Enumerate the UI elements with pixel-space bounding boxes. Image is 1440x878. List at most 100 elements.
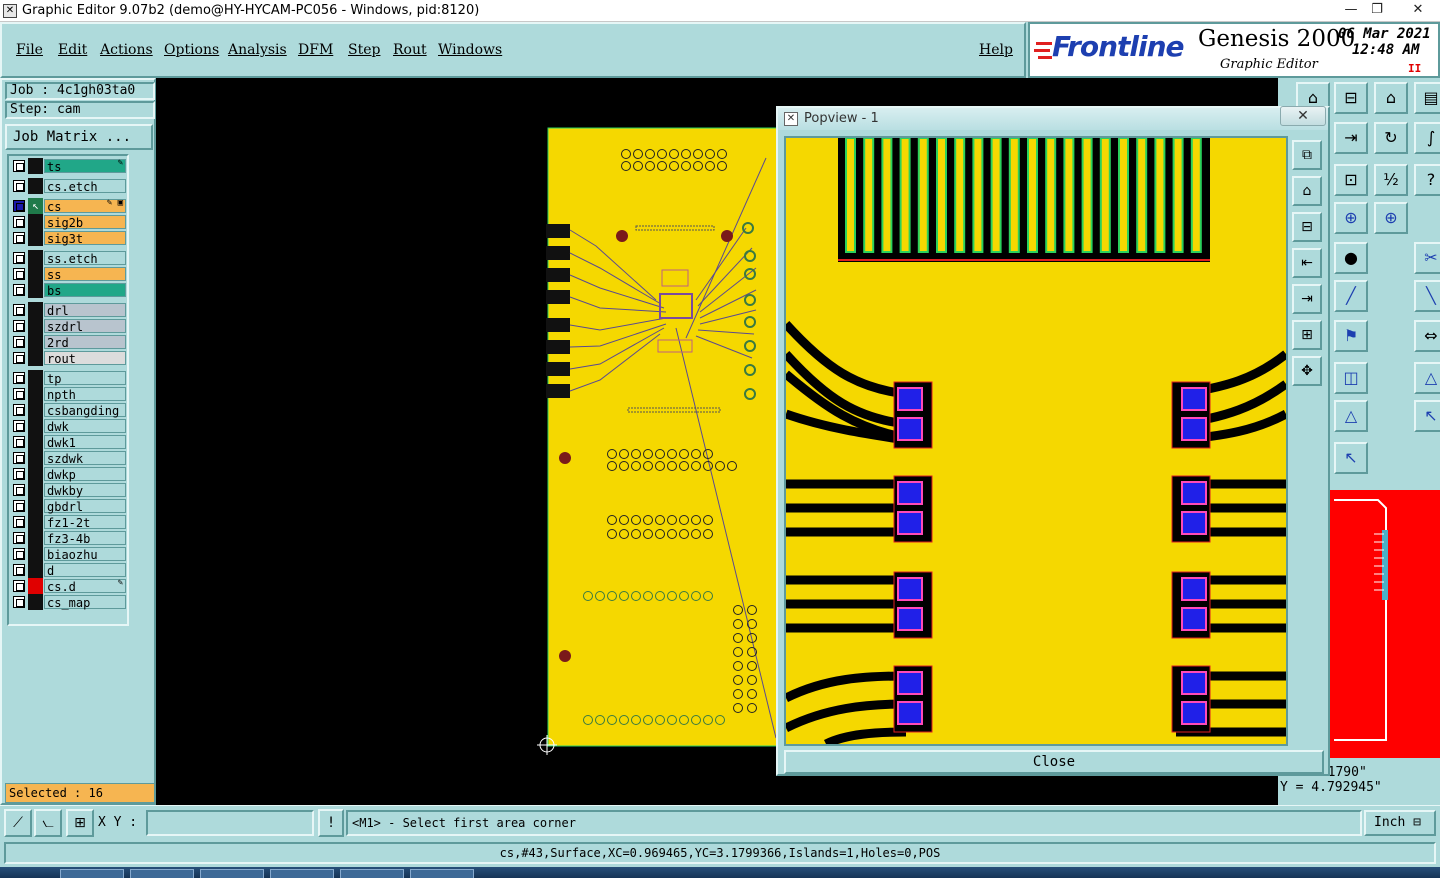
- layer-name[interactable]: sig3t: [44, 231, 126, 246]
- layer-row-dwk1[interactable]: dwk1: [9, 434, 129, 450]
- pointer-icon[interactable]: ↖: [1414, 400, 1440, 432]
- zoom-fit-icon[interactable]: ⊞: [1292, 320, 1322, 350]
- layer-row-fz3-4b[interactable]: fz3-4b: [9, 530, 129, 546]
- layer-name[interactable]: dwk1: [44, 435, 126, 450]
- layer-name[interactable]: biaozhu: [44, 547, 126, 562]
- taskbar-item[interactable]: [270, 869, 334, 878]
- layer-affected-indicator[interactable]: [28, 282, 43, 298]
- menu-rout[interactable]: Rout: [393, 42, 427, 58]
- layer-affected-indicator[interactable]: [28, 318, 43, 334]
- layer-checkbox[interactable]: [13, 252, 25, 264]
- job-matrix-button[interactable]: Job Matrix ...: [5, 124, 153, 150]
- triangle3-icon[interactable]: △: [1334, 400, 1368, 432]
- layer-row-cs.etch[interactable]: cs.etch: [9, 178, 129, 194]
- layer-name[interactable]: ss: [44, 267, 126, 282]
- layer-name[interactable]: tp: [44, 371, 126, 386]
- zoom-window-icon[interactable]: ⧉: [1292, 140, 1322, 170]
- layer-row-tp[interactable]: tp: [9, 370, 129, 386]
- layer-affected-indicator[interactable]: [28, 302, 43, 318]
- layer-affected-indicator[interactable]: [28, 594, 43, 610]
- menu-options[interactable]: Options: [164, 42, 219, 58]
- move-view-icon[interactable]: ✥: [1292, 356, 1322, 386]
- move-icon[interactable]: ⇔: [1414, 320, 1440, 352]
- layer-checkbox[interactable]: [13, 200, 25, 212]
- layer-checkbox[interactable]: [13, 532, 25, 544]
- layer-row-fz1-2t[interactable]: fz1-2t: [9, 514, 129, 530]
- zoom-out-icon[interactable]: ⊟: [1292, 212, 1322, 242]
- pointer3-icon[interactable]: ↖: [1334, 442, 1368, 474]
- popview-close-button[interactable]: Close: [784, 750, 1324, 774]
- help-icon[interactable]: ?: [1414, 164, 1440, 196]
- layer-checkbox[interactable]: [13, 268, 25, 280]
- layer-checkbox[interactable]: [13, 468, 25, 480]
- layer-checkbox[interactable]: [13, 564, 25, 576]
- layer-checkbox[interactable]: [13, 516, 25, 528]
- line2-icon[interactable]: ╱: [1334, 280, 1368, 312]
- layer-row-biaozhu[interactable]: biaozhu: [9, 546, 129, 562]
- layer-affected-indicator[interactable]: [28, 418, 43, 434]
- flag-icon[interactable]: ⚑: [1334, 320, 1368, 352]
- menu-help[interactable]: Help: [979, 42, 1013, 58]
- layer-row-csbangding[interactable]: csbangding: [9, 402, 129, 418]
- layer-checkbox[interactable]: [13, 420, 25, 432]
- layer-affected-indicator[interactable]: [28, 370, 43, 386]
- layer-name[interactable]: cs.d: [44, 579, 126, 594]
- layer-checkbox[interactable]: [13, 232, 25, 244]
- layer-checkbox[interactable]: [13, 304, 25, 316]
- layer-name[interactable]: dwk: [44, 419, 126, 434]
- layer-name[interactable]: dwkby: [44, 483, 126, 498]
- menu-file[interactable]: File: [16, 42, 43, 58]
- layer-name[interactable]: dwkp: [44, 467, 126, 482]
- layer-affected-indicator[interactable]: [28, 250, 43, 266]
- menu-actions[interactable]: Actions: [100, 42, 153, 58]
- layer-row-ss.etch[interactable]: ss.etch: [9, 250, 129, 266]
- menu-analysis[interactable]: Analysis: [228, 42, 287, 58]
- snap-grid-icon[interactable]: ⊞: [66, 809, 94, 837]
- restore-button[interactable]: ❐: [1362, 0, 1392, 20]
- layer-name[interactable]: npth: [44, 387, 126, 402]
- layer-row-cs[interactable]: ↖ cs ✎ ▣: [9, 198, 129, 214]
- layer-name[interactable]: d: [44, 563, 126, 578]
- triangle-icon[interactable]: △: [1414, 362, 1440, 394]
- layer-name[interactable]: cs_map: [44, 595, 126, 610]
- layer-affected-indicator[interactable]: [28, 402, 43, 418]
- layer-row-sig3t[interactable]: sig3t: [9, 230, 129, 246]
- snap-angle-icon[interactable]: ⦦: [34, 809, 62, 837]
- layer-checkbox[interactable]: [13, 484, 25, 496]
- layer-name[interactable]: fz1-2t: [44, 515, 126, 530]
- zoom-fit-icon[interactable]: ⊡: [1334, 164, 1368, 196]
- layer-row-dwkby[interactable]: dwkby: [9, 482, 129, 498]
- layer-checkbox[interactable]: [13, 336, 25, 348]
- measure2-icon[interactable]: ⊕: [1374, 202, 1408, 234]
- layer-checkbox[interactable]: [13, 284, 25, 296]
- layer-row-ss[interactable]: ss: [9, 266, 129, 282]
- edit-line-icon[interactable]: ╲: [1414, 280, 1440, 312]
- layer-name[interactable]: bs: [44, 283, 126, 298]
- menu-edit[interactable]: Edit: [58, 42, 87, 58]
- layer-affected-indicator[interactable]: [28, 514, 43, 530]
- layer-name[interactable]: ss.etch: [44, 251, 126, 266]
- close-window-button[interactable]: ✕: [1400, 0, 1436, 20]
- layer-affected-indicator[interactable]: [28, 158, 43, 174]
- pause-indicator-icon[interactable]: II: [1408, 62, 1421, 75]
- layer-row-cs.d[interactable]: cs.d ✎: [9, 578, 129, 594]
- layer-checkbox[interactable]: [13, 352, 25, 364]
- layer-row-dwk[interactable]: dwk: [9, 418, 129, 434]
- layer-checkbox[interactable]: [13, 596, 25, 608]
- layer-checkbox[interactable]: [13, 404, 25, 416]
- layer-row-rout[interactable]: rout: [9, 350, 129, 366]
- layer-name[interactable]: cs.etch: [44, 179, 126, 194]
- layer-affected-indicator[interactable]: [28, 350, 43, 366]
- layer-row-drl[interactable]: drl: [9, 302, 129, 318]
- home-icon[interactable]: ⌂: [1374, 82, 1408, 114]
- layer-affected-indicator[interactable]: [28, 450, 43, 466]
- layer-name[interactable]: szdwk: [44, 451, 126, 466]
- layer-affected-indicator[interactable]: [28, 434, 43, 450]
- cut-icon[interactable]: ✂: [1414, 242, 1440, 274]
- layer-affected-indicator[interactable]: [28, 482, 43, 498]
- layer-affected-indicator[interactable]: [28, 562, 43, 578]
- layer-row-bs[interactable]: bs: [9, 282, 129, 298]
- layer-checkbox[interactable]: [13, 548, 25, 560]
- layer-row-sig2b[interactable]: sig2b: [9, 214, 129, 230]
- rotate-icon[interactable]: ↻: [1374, 122, 1408, 154]
